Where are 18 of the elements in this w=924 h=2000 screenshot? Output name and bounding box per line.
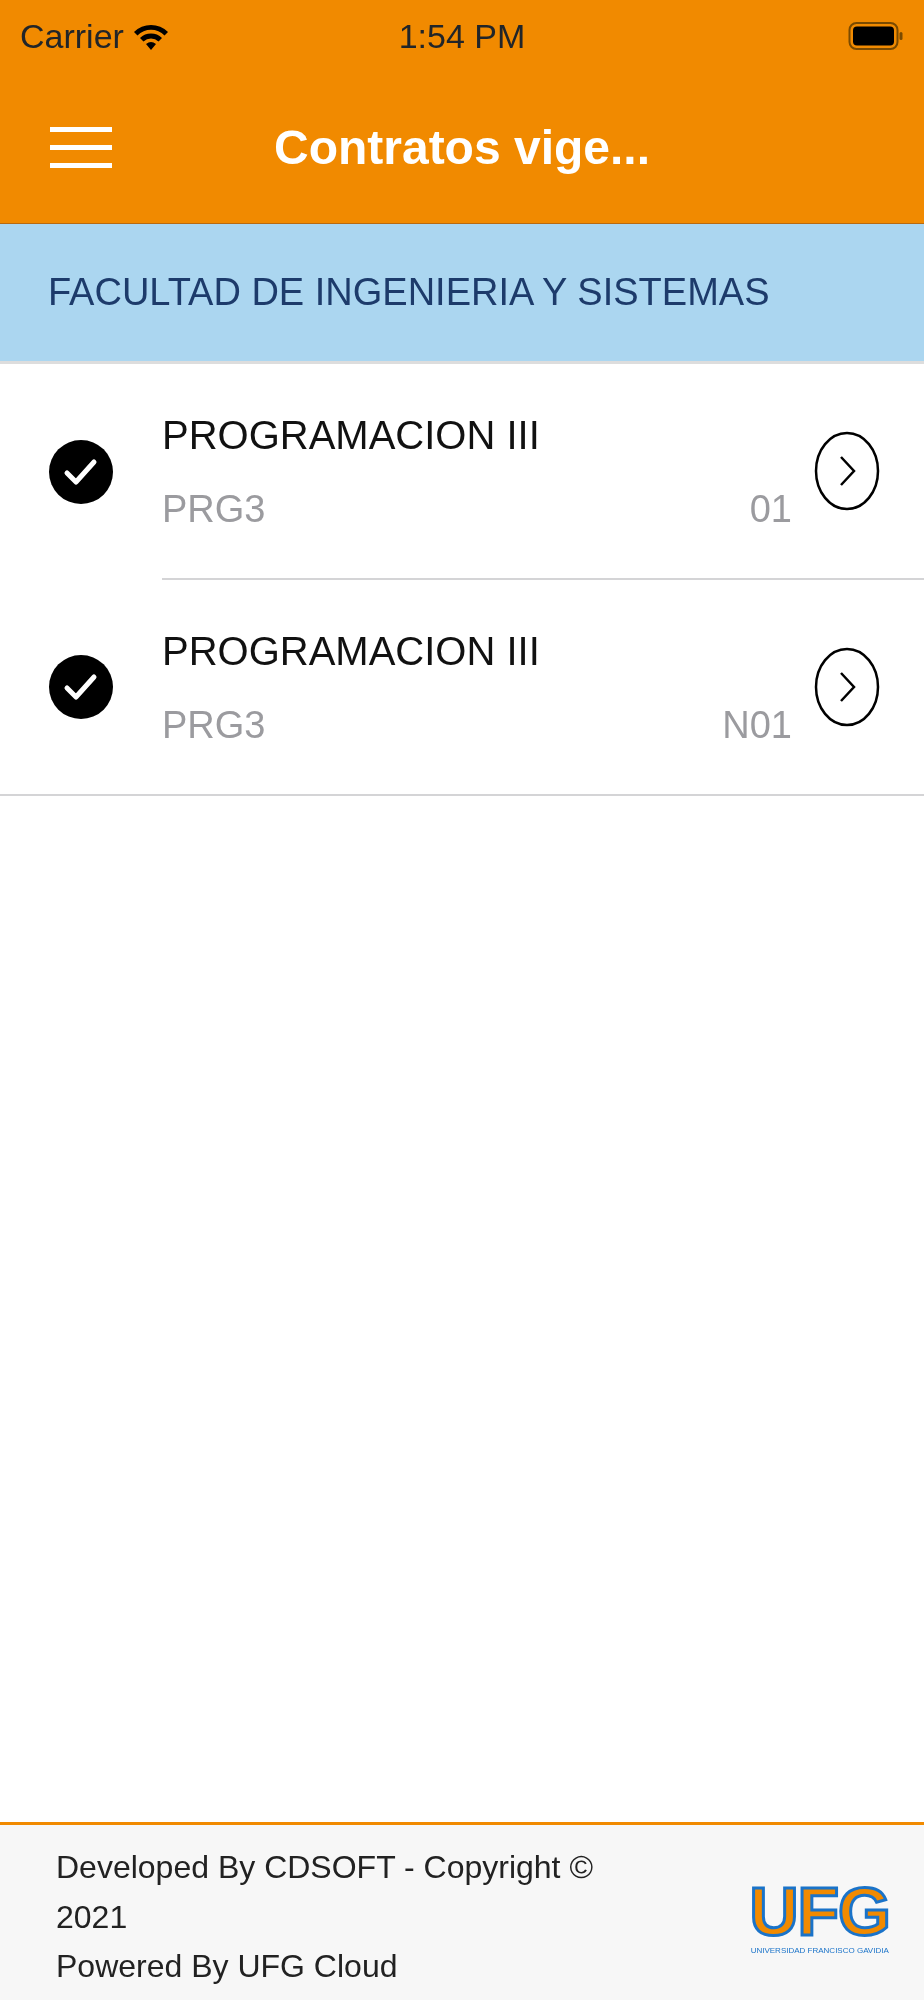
section-header: FACULTAD DE INGENIERIA Y SISTEMAS xyxy=(48,270,770,315)
footer-text: Developed By CDSOFT - Copyright © 2021 xyxy=(56,1848,594,1937)
course-name: PROGRAMACION III xyxy=(162,411,541,459)
course-code: PRG3 xyxy=(162,486,266,532)
course-code: PRG3 xyxy=(162,702,266,748)
course-row[interactable]: PROGRAMACION III PRG3 N01 xyxy=(0,580,924,796)
course-row[interactable]: PROGRAMACION III PRG3 01 xyxy=(0,364,924,580)
status-time: 1:54 PM xyxy=(398,15,526,57)
footer-text: Powered By UFG Cloud xyxy=(56,1947,399,1987)
group-label: N01 xyxy=(722,702,792,748)
chevron-icon[interactable] xyxy=(814,431,880,511)
ufg-logo: UFG UNIVERSIDAD FRANCISCO GAVIDIA xyxy=(749,1877,890,1957)
group-label: 01 xyxy=(749,486,792,532)
carrier-label: Carrier xyxy=(20,15,124,57)
chevron-icon[interactable] xyxy=(814,647,880,727)
screen-title: Contratos vige... xyxy=(273,120,651,176)
battery-icon xyxy=(848,21,904,51)
course-name: PROGRAMACION III xyxy=(162,627,541,675)
